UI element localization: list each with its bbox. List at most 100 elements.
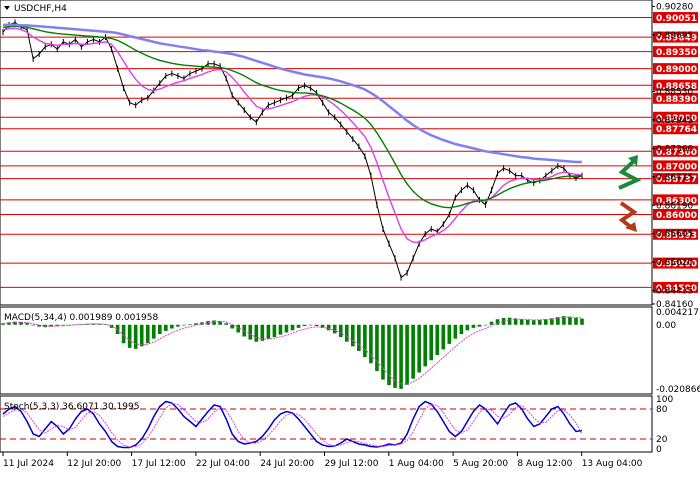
- price-axis-label: 0.85605: [656, 230, 693, 240]
- macd-axis: 0.004217 0.00 -0.020866: [656, 308, 700, 395]
- price-axis-label: 0.89695: [656, 31, 693, 41]
- macd-bar: [525, 319, 530, 325]
- macd-bar: [164, 324, 168, 331]
- time-axis-label: 24 Jul 20:00: [260, 459, 314, 469]
- macd-bar: [266, 324, 271, 339]
- macd-bar: [278, 324, 283, 335]
- macd-bar: [133, 324, 138, 349]
- macd-bar: [338, 324, 343, 338]
- macd-bar: [393, 324, 397, 388]
- macd-bar: [477, 324, 482, 327]
- macd-bar: [471, 324, 476, 328]
- macd-bar: [453, 324, 458, 339]
- macd-bar: [580, 318, 584, 325]
- macd-bar: [507, 317, 512, 325]
- macd-bar: [357, 324, 361, 351]
- macd-bar: [531, 320, 536, 325]
- stoch-panel: 10080 200 Stoch(5,3,3) 36.6071 30.1995: [0, 395, 673, 455]
- macd-axis-label: 0.004217: [656, 308, 699, 318]
- time-axis-label: 8 Aug 12:00: [517, 459, 572, 469]
- stoch-axis-label: 100: [656, 395, 673, 405]
- macd-bar: [375, 324, 379, 371]
- price-axis-label: 0.84435: [656, 287, 693, 297]
- usdchf-h4-chart: 0.90051 0.89649 0.89350 0.89000 0.88658 0.883…: [0, 0, 700, 500]
- level-tag-label: 0.87000: [656, 162, 697, 172]
- time-axis-label: 12 Jul 20:00: [67, 459, 121, 469]
- macd-bar: [230, 324, 234, 329]
- macd-bar: [459, 324, 464, 335]
- macd-bar: [212, 320, 216, 325]
- macd-bar: [465, 324, 470, 331]
- macd-bar: [188, 324, 192, 325]
- time-axis-label: 1 Aug 04:00: [389, 459, 444, 469]
- time-axis-label: 13 Aug 04:00: [582, 459, 643, 469]
- macd-bar: [568, 316, 572, 325]
- macd-axis-label: -0.020866: [656, 385, 700, 395]
- macd-bar: [344, 324, 349, 342]
- price-axis-label: 0.87945: [656, 116, 693, 126]
- macd-bar: [429, 324, 434, 361]
- macd-bar: [447, 324, 452, 344]
- price-axis-label: 0.86190: [656, 201, 693, 211]
- time-axis-label: 29 Jul 12:00: [325, 459, 379, 469]
- price-panel-frame: [0, 0, 653, 306]
- macd-bar: [381, 324, 385, 380]
- level-tag-label: 0.89000: [656, 65, 697, 75]
- level-tag-label: 0.86000: [656, 211, 697, 221]
- time-axis-label: 11 Jul 2024: [3, 459, 54, 469]
- macd-bar: [369, 324, 373, 364]
- price-axis-label: 0.85020: [656, 258, 693, 268]
- macd-bar: [483, 324, 488, 326]
- macd-bar: [290, 324, 295, 331]
- stoch-axis-label: 20: [656, 435, 668, 445]
- macd-bar: [248, 324, 253, 340]
- macd-bar: [574, 318, 578, 325]
- macd-bar: [176, 324, 180, 327]
- macd-bar: [31, 324, 35, 326]
- level-tag-label: 0.90051: [656, 14, 697, 24]
- macd-bar: [363, 324, 367, 358]
- macd-bar: [121, 324, 126, 344]
- macd-bar: [272, 324, 277, 338]
- macd-bar: [139, 324, 144, 347]
- macd-bar: [127, 324, 132, 348]
- macd-bar: [405, 324, 409, 385]
- price-panel: 0.900510.896490.893500.890000.886580.883…: [0, 0, 698, 310]
- macd-bar: [302, 324, 307, 327]
- macd-bar: [399, 324, 403, 389]
- price-axis-label: 0.87360: [656, 144, 693, 154]
- time-axis-label: 22 Jul 04:00: [196, 459, 250, 469]
- macd-bar: [145, 324, 150, 344]
- macd-bar: [308, 324, 313, 326]
- macd-bar: [314, 324, 319, 327]
- level-tag-label: 0.89350: [656, 48, 697, 58]
- time-axis: 11 Jul 2024 12 Jul 20:00 17 Jul 12:00 22 Ju…: [2, 452, 643, 469]
- chart-canvas: 0.900510.896490.893500.890000.886580.883…: [0, 0, 700, 469]
- price-axis-label: 0.88530: [656, 87, 693, 97]
- level-tag: 0.89350: [653, 46, 698, 58]
- macd-bar: [351, 324, 355, 347]
- macd-bar: [423, 324, 427, 367]
- macd-bar: [411, 324, 415, 379]
- level-tag-label: 0.87764: [656, 125, 697, 135]
- macd-bar: [537, 319, 542, 325]
- chart-title: USDCHF,H4: [14, 4, 67, 14]
- macd-bar: [417, 324, 421, 373]
- macd-bar: [441, 324, 446, 350]
- time-axis-label: 5 Aug 20:00: [453, 459, 508, 469]
- macd-axis-label: 0.00: [656, 321, 676, 331]
- macd-bar: [435, 324, 440, 355]
- macd-bar: [332, 324, 337, 334]
- price-axis-label: 0.90280: [656, 2, 693, 12]
- macd-bar: [254, 324, 259, 342]
- macd-bar: [224, 323, 228, 325]
- level-tag: 0.90051: [653, 12, 698, 24]
- level-tag: 0.87000: [653, 160, 698, 172]
- macd-bar: [170, 324, 174, 329]
- macd-bar: [284, 324, 289, 333]
- macd-bar: [326, 324, 331, 331]
- time-axis-label: 17 Jul 12:00: [132, 459, 186, 469]
- macd-bar: [158, 324, 162, 335]
- macd-bar: [519, 319, 524, 325]
- macd-bar: [489, 321, 494, 325]
